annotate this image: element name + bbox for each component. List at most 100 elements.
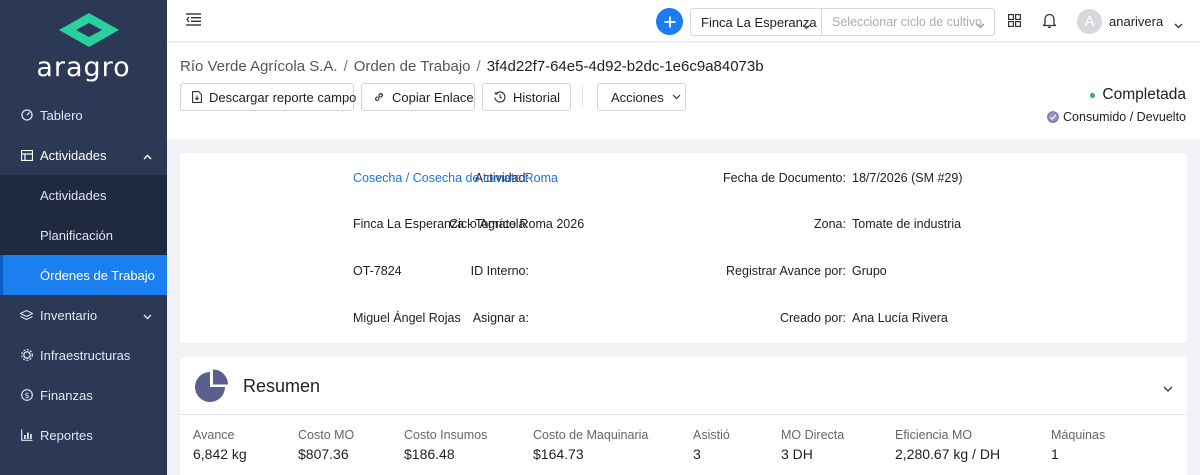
history-button[interactable]: Historial xyxy=(482,83,571,111)
chevron-down-icon[interactable] xyxy=(1174,17,1183,32)
copy-link-label: Copiar Enlace xyxy=(392,89,474,105)
crop-cycle-placeholder: Seleccionar ciclo de cultivo xyxy=(832,15,983,29)
download-report-button[interactable]: Descargar reporte campo xyxy=(180,83,357,111)
metric-mo-directa: MO Directa 3 DH xyxy=(781,428,844,462)
metric-eficiencia-mo: Eficiencia MO 2,280.67 kg / DH xyxy=(895,428,1000,462)
activities-icon xyxy=(20,149,33,162)
metric-value: 2,280.67 kg / DH xyxy=(895,446,1001,462)
metric-avance: Avance 6,842 kg xyxy=(193,428,247,462)
internal-id-value: OT-7824 xyxy=(353,264,402,278)
apps-grid-icon[interactable] xyxy=(1008,14,1022,30)
actions-label: Acciones xyxy=(611,89,664,105)
metric-costo-maquinaria: Costo de Maquinaria $164.73 xyxy=(533,428,648,462)
chevron-down-icon[interactable] xyxy=(1163,381,1173,396)
sidebar-item-label: Infraestructuras xyxy=(40,347,131,363)
topbar: Finca La Esperanza Seleccionar ciclo de … xyxy=(167,0,1200,42)
sidebar-subitem-planificacion[interactable]: Planificación xyxy=(0,215,167,255)
created-by-value: Ana Lucía Rivera xyxy=(852,311,948,325)
page-header: Río Verde Agrícola S.A. / Orden de Trabajo… xyxy=(167,43,1200,139)
breadcrumb-current: 3f4d22f7-64e5-4d92-b2dc-1e6c9a84073b xyxy=(486,58,764,75)
zone-label: Zona: xyxy=(814,217,846,231)
sidebar: aragro Tablero Actividades Actividades P… xyxy=(0,0,167,475)
sidebar-item-actividades[interactable]: Actividades xyxy=(0,135,167,175)
sidebar-item-label: Finanzas xyxy=(40,387,93,403)
dollar-icon: $ xyxy=(20,389,33,402)
sidebar-item-finanzas[interactable]: $ Finanzas xyxy=(0,375,167,415)
sidebar-item-infraestructuras[interactable]: Infraestructuras xyxy=(0,335,167,375)
internal-id-label: ID Interno: xyxy=(470,264,529,278)
document-date-label: Fecha de Documento: xyxy=(723,171,846,185)
document-icon xyxy=(192,91,202,103)
chart-icon xyxy=(20,429,33,442)
menu-collapse-icon[interactable] xyxy=(186,13,201,29)
add-button[interactable] xyxy=(656,8,683,35)
logo-text: aragro xyxy=(36,52,131,83)
sidebar-subitem-ordenes-de-trabajo[interactable]: Órdenes de Trabajo xyxy=(0,255,167,295)
avatar[interactable]: A xyxy=(1077,9,1102,34)
metric-value: 3 DH xyxy=(781,446,813,462)
pie-chart-icon xyxy=(194,369,230,408)
gear-icon xyxy=(20,349,33,362)
status-label: Completada xyxy=(1102,86,1186,103)
status-badge: Completada xyxy=(1090,86,1186,104)
copy-link-button[interactable]: Copiar Enlace xyxy=(361,83,475,111)
summary-title: Resumen xyxy=(243,376,321,396)
metric-value: 6,842 kg xyxy=(193,446,247,462)
sidebar-item-label: Actividades xyxy=(40,147,107,163)
sidebar-item-label: Reportes xyxy=(40,427,93,443)
created-by-label: Creado por: xyxy=(779,311,846,325)
progress-by-value: Grupo xyxy=(852,264,887,278)
crop-cycle-select[interactable]: Seleccionar ciclo de cultivo xyxy=(821,8,995,36)
logo-diamond-icon xyxy=(59,13,119,47)
sidebar-item-inventario[interactable]: Inventario xyxy=(0,295,167,335)
brand-logo[interactable]: aragro xyxy=(0,0,167,100)
sidebar-subitem-actividades[interactable]: Actividades xyxy=(0,175,167,215)
download-report-label: Descargar reporte campo xyxy=(209,89,357,105)
metric-label: MO Directa xyxy=(781,428,845,442)
metric-value: 1 xyxy=(1051,446,1059,462)
zone-value: Tomate de industria xyxy=(852,217,962,231)
chevron-down-icon xyxy=(143,308,152,323)
metric-label: Avance xyxy=(193,428,235,442)
farm-select[interactable]: Finca La Esperanza xyxy=(690,8,822,36)
breadcrumb-section[interactable]: Orden de Trabajo xyxy=(354,58,471,75)
breadcrumb-company[interactable]: Río Verde Agrícola S.A. xyxy=(180,58,338,75)
check-circle-icon xyxy=(1047,111,1059,123)
activity-link[interactable]: Cosecha / Cosecha de tomate Roma xyxy=(353,171,558,185)
sidebar-item-label: Inventario xyxy=(40,307,98,323)
chevron-down-icon xyxy=(976,18,985,32)
sidebar-item-label: Actividades xyxy=(40,187,107,203)
metric-maquinas: Máquinas 1 xyxy=(1051,428,1105,462)
sidebar-item-tablero[interactable]: Tablero xyxy=(0,95,167,135)
summary-panel: Resumen Avance 6,842 kg Costo MO $807.36… xyxy=(180,357,1187,475)
chevron-down-icon xyxy=(672,94,681,100)
svg-text:$: $ xyxy=(24,391,29,400)
metric-label: Costo de Maquinaria xyxy=(533,428,649,442)
metric-costo-insumos: Costo Insumos $186.48 xyxy=(404,428,487,462)
metric-label: Asistió xyxy=(693,428,730,442)
sidebar-item-reportes[interactable]: Reportes xyxy=(0,415,167,455)
assignee-value: Miguel Ángel Rojas xyxy=(353,311,461,325)
link-icon xyxy=(373,91,385,103)
metric-costo-mo: Costo MO $807.36 xyxy=(298,428,354,462)
actions-dropdown[interactable]: Acciones xyxy=(597,83,686,111)
plus-icon xyxy=(664,16,675,27)
username[interactable]: anarivera xyxy=(1109,14,1163,29)
dashboard-icon xyxy=(20,109,33,122)
sidebar-item-label: Tablero xyxy=(40,107,83,123)
metric-value: $807.36 xyxy=(298,446,349,462)
inventory-icon xyxy=(20,309,33,322)
bell-icon[interactable] xyxy=(1041,13,1058,31)
toolbar-divider xyxy=(582,86,583,108)
chevron-up-icon xyxy=(143,148,152,163)
progress-by-label: Registrar Avance por: xyxy=(726,264,846,278)
metric-asistio: Asistió 3 xyxy=(693,428,730,462)
metric-label: Eficiencia MO xyxy=(895,428,973,442)
assignee-label: Asignar a: xyxy=(472,311,529,325)
metric-value: 3 xyxy=(693,446,701,462)
sidebar-item-label: Órdenes de Trabajo xyxy=(40,267,155,283)
history-label: Historial xyxy=(513,89,560,105)
crop-cycle-value: Finca La Esperanza - Tomate Roma 2026 xyxy=(353,217,585,231)
summary-divider xyxy=(180,414,1187,415)
document-date-value: 18/7/2026 (SM #29) xyxy=(852,171,963,185)
